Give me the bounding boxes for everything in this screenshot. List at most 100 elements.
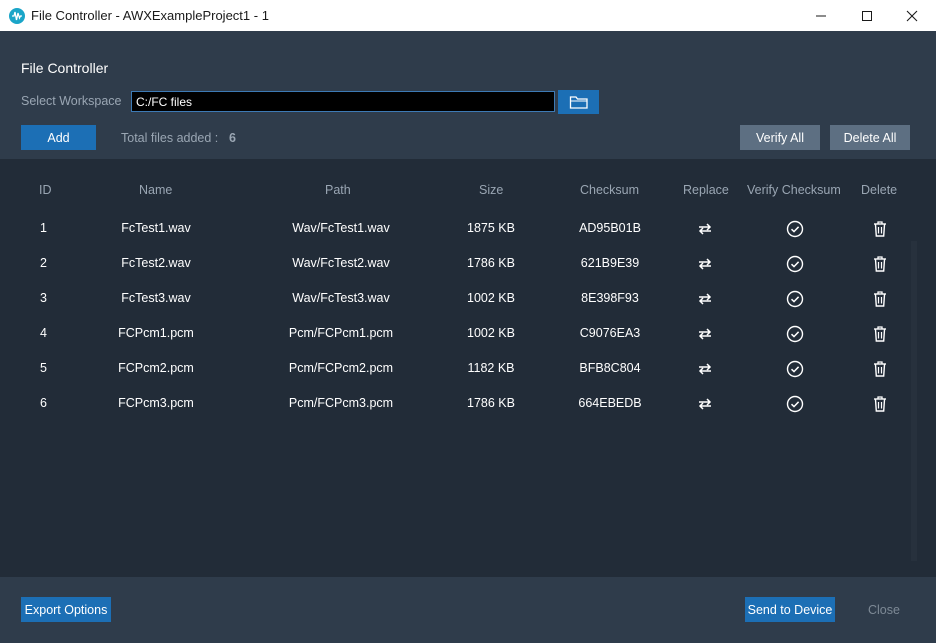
send-to-device-button[interactable]: Send to Device — [745, 597, 835, 622]
delete-row-button[interactable] — [870, 359, 890, 379]
cell-checksum: AD95B01B — [579, 221, 641, 235]
cell-id: 4 — [40, 326, 47, 340]
replace-button[interactable] — [695, 359, 715, 379]
cell-checksum: 664EBEDB — [578, 396, 642, 410]
maximize-icon — [862, 10, 872, 21]
replace-button[interactable] — [695, 289, 715, 309]
footer-bar: Export Options Send to Device Close — [0, 577, 936, 643]
column-header-name: Name — [139, 183, 173, 197]
cell-id: 2 — [40, 256, 47, 270]
cell-path: Pcm/FCPcm2.pcm — [288, 361, 394, 375]
verify-checksum-button[interactable] — [785, 394, 805, 414]
column-header-verify-checksum: Verify Checksum — [747, 183, 841, 197]
workspace-label: Select Workspace — [21, 94, 122, 108]
trash-icon — [874, 221, 886, 237]
delete-all-button[interactable]: Delete All — [830, 125, 910, 150]
check-circle-icon — [786, 395, 804, 413]
replace-button[interactable] — [695, 394, 715, 414]
table-row: 1 FcTest1.wav Wav/FcTest1.wav 1875 KB AD95B0… — [0, 212, 910, 247]
cell-checksum: BFB8C804 — [579, 361, 641, 375]
table-row: 5 FCPcm2.pcm Pcm/FCPcm2.pcm 1182 KB BFB8C804 — [0, 352, 910, 387]
title-bar: File Controller - AWXExampleProject1 - 1 — [0, 0, 936, 32]
cell-id: 3 — [40, 291, 47, 305]
add-button[interactable]: Add — [21, 125, 96, 150]
swap-arrows-icon — [698, 223, 712, 235]
verify-checksum-button[interactable] — [785, 254, 805, 274]
trash-icon — [874, 326, 886, 342]
trash-icon — [874, 361, 886, 377]
cell-name: FcTest2.wav — [121, 256, 191, 270]
swap-arrows-icon — [698, 363, 712, 375]
replace-button[interactable] — [695, 324, 715, 344]
check-circle-icon — [786, 290, 804, 308]
delete-row-button[interactable] — [870, 324, 890, 344]
check-circle-icon — [786, 255, 804, 273]
check-circle-icon — [786, 325, 804, 343]
column-header-checksum: Checksum — [580, 183, 640, 197]
maximize-button[interactable] — [844, 0, 890, 31]
cell-name: FcTest3.wav — [121, 291, 191, 305]
replace-button[interactable] — [695, 254, 715, 274]
cell-path: Pcm/FCPcm1.pcm — [288, 326, 394, 340]
swap-arrows-icon — [698, 258, 712, 270]
table-row: 3 FcTest3.wav Wav/FcTest3.wav 1002 KB 8E398F… — [0, 282, 910, 317]
cell-name: FCPcm2.pcm — [118, 361, 194, 375]
column-header-path: Path — [325, 183, 351, 197]
delete-row-button[interactable] — [870, 394, 890, 414]
trash-icon — [874, 396, 886, 412]
table-row: 6 FCPcm3.pcm Pcm/FCPcm3.pcm 1786 KB 664EBEDB — [0, 387, 910, 422]
cell-id: 5 — [40, 361, 47, 375]
window-title: File Controller - AWXExampleProject1 - 1 — [31, 8, 269, 23]
section-title: File Controller — [21, 60, 109, 76]
cell-id: 1 — [40, 221, 47, 235]
column-header-replace: Replace — [683, 183, 729, 197]
cell-checksum: C9076EA3 — [579, 326, 641, 340]
table-row: 4 FCPcm1.pcm Pcm/FCPcm1.pcm 1002 KB C9076EA3 — [0, 317, 910, 352]
cell-path: Pcm/FCPcm3.pcm — [288, 396, 394, 410]
swap-arrows-icon — [698, 293, 712, 305]
minimize-button[interactable] — [798, 0, 844, 31]
cell-name: FCPcm3.pcm — [118, 396, 194, 410]
swap-arrows-icon — [698, 328, 712, 340]
verify-all-button[interactable]: Verify All — [740, 125, 820, 150]
header-panel: File Controller Select Workspace Add Tot… — [0, 31, 936, 159]
close-window-button[interactable] — [889, 0, 935, 31]
cell-path: Wav/FcTest2.wav — [292, 256, 390, 270]
total-files-label: Total files added : — [121, 131, 219, 145]
check-circle-icon — [786, 360, 804, 378]
verify-checksum-button[interactable] — [785, 359, 805, 379]
export-options-button[interactable]: Export Options — [21, 597, 111, 622]
replace-button[interactable] — [695, 219, 715, 239]
cell-name: FcTest1.wav — [121, 221, 191, 235]
verify-checksum-button[interactable] — [785, 289, 805, 309]
close-icon — [906, 10, 918, 21]
cell-path: Wav/FcTest3.wav — [292, 291, 390, 305]
minimize-icon — [816, 15, 826, 16]
folder-icon — [569, 96, 588, 109]
workspace-input[interactable] — [131, 91, 555, 112]
column-header-size: Size — [479, 183, 504, 197]
column-header-id: ID — [39, 183, 52, 197]
delete-row-button[interactable] — [870, 254, 890, 274]
close-button[interactable]: Close — [868, 603, 900, 617]
check-circle-icon — [786, 220, 804, 238]
browse-folder-button[interactable] — [558, 90, 599, 114]
swap-arrows-icon — [698, 398, 712, 410]
table-row: 2 FcTest2.wav Wav/FcTest2.wav 1786 KB 621B9E… — [0, 247, 910, 282]
table-scrollbar[interactable] — [911, 241, 917, 561]
delete-row-button[interactable] — [870, 289, 890, 309]
column-header-delete: Delete — [861, 183, 898, 197]
file-controller-window: File Controller - AWXExampleProject1 - 1… — [0, 0, 936, 643]
verify-checksum-button[interactable] — [785, 219, 805, 239]
cell-path: Wav/FcTest1.wav — [292, 221, 390, 235]
verify-checksum-button[interactable] — [785, 324, 805, 344]
cell-checksum: 621B9E39 — [580, 256, 640, 270]
trash-icon — [874, 256, 886, 272]
file-table: ID Name Path Size Checksum Replace Verif… — [0, 159, 936, 577]
total-files-count: 6 — [229, 131, 236, 145]
trash-icon — [874, 291, 886, 307]
app-logo-icon — [9, 8, 25, 24]
delete-row-button[interactable] — [870, 219, 890, 239]
cell-checksum: 8E398F93 — [581, 291, 639, 305]
cell-id: 6 — [40, 396, 47, 410]
